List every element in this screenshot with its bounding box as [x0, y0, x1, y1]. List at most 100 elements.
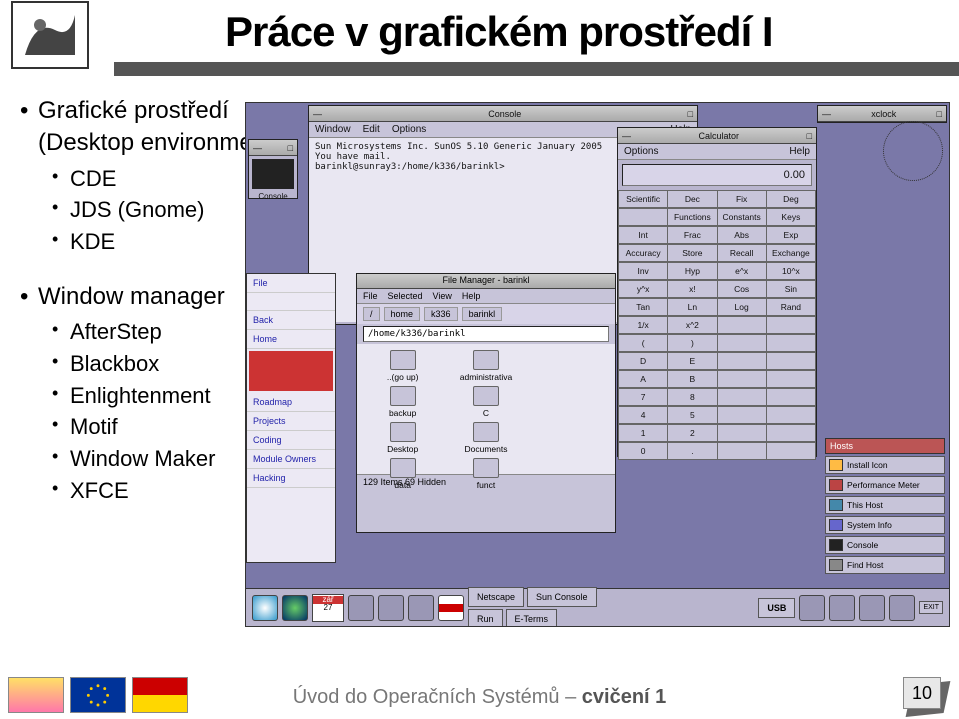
taskbar-globe-icon[interactable]	[282, 595, 308, 621]
fm-file[interactable]: backup	[363, 386, 442, 418]
calculator-window[interactable]: —Calculator□ Options Help 0.00 Scientifi…	[617, 127, 817, 457]
taskbar-icon[interactable]	[408, 595, 434, 621]
calc-btn[interactable]: 5	[668, 407, 716, 423]
calc-btn[interactable]	[767, 443, 815, 459]
console-menu-window[interactable]: Window	[315, 124, 351, 135]
hosts-item[interactable]: This Host	[825, 496, 945, 514]
lw-link[interactable]: Roadmap	[247, 393, 335, 412]
calc-btn[interactable]: E	[668, 353, 716, 369]
calc-btn[interactable]: 1	[619, 425, 667, 441]
calc-btn[interactable]	[767, 317, 815, 333]
taskbar-icon[interactable]	[799, 595, 825, 621]
taskbar-calendar[interactable]: zář 27	[312, 594, 344, 622]
calc-btn[interactable]: y^x	[619, 281, 667, 297]
calc-btn[interactable]: Ln	[668, 299, 716, 315]
calc-btn[interactable]: Abs	[718, 227, 766, 243]
fm-file[interactable]: C	[446, 386, 525, 418]
calc-btn[interactable]: Functions	[668, 209, 716, 225]
taskbar-button[interactable]: Run	[468, 609, 503, 628]
calc-btn[interactable]: 7	[619, 389, 667, 405]
calc-btn[interactable]: Keys	[767, 209, 815, 225]
path-seg[interactable]: home	[384, 307, 421, 321]
calc-btn[interactable]: Sin	[767, 281, 815, 297]
fm-file[interactable]: Desktop	[363, 422, 442, 454]
calc-btn[interactable]	[718, 389, 766, 405]
calc-btn[interactable]: Store	[668, 245, 716, 261]
calc-btn[interactable]	[767, 407, 815, 423]
taskbar-button[interactable]: Sun Console	[527, 587, 597, 607]
calc-btn[interactable]	[767, 371, 815, 387]
calc-btn[interactable]	[718, 443, 766, 459]
calc-btn[interactable]: Fix	[718, 191, 766, 207]
calc-btn[interactable]: Accuracy	[619, 245, 667, 261]
calc-menu-help[interactable]: Help	[789, 146, 810, 157]
calc-btn[interactable]: Dec	[668, 191, 716, 207]
calc-btn[interactable]: B	[668, 371, 716, 387]
calc-btn[interactable]: (	[619, 335, 667, 351]
calc-btn[interactable]: Int	[619, 227, 667, 243]
lw-link[interactable]: Coding	[247, 431, 335, 450]
fm-file[interactable]: funct	[446, 458, 525, 490]
calc-btn[interactable]: 4	[619, 407, 667, 423]
calc-btn[interactable]: Log	[718, 299, 766, 315]
cde-taskbar[interactable]: zář 27 Netscape Sun Console Run E-Terms …	[246, 588, 949, 626]
fm-file[interactable]: Documents	[446, 422, 525, 454]
fm-file[interactable]: ..(go up)	[363, 350, 442, 382]
console-menu-options[interactable]: Options	[392, 124, 426, 135]
calc-btn[interactable]: Tan	[619, 299, 667, 315]
lw-link[interactable]: Module Owners	[247, 450, 335, 469]
taskbar-exit[interactable]: EXIT	[919, 601, 943, 614]
fm-menu-file[interactable]: File	[363, 291, 378, 301]
console-menu-edit[interactable]: Edit	[363, 124, 380, 135]
taskbar-icon[interactable]	[378, 595, 404, 621]
calc-btn[interactable]: Frac	[668, 227, 716, 243]
calc-btn[interactable]: 2	[668, 425, 716, 441]
calc-btn[interactable]: e^x	[718, 263, 766, 279]
calc-btn[interactable]: Cos	[718, 281, 766, 297]
fm-menu-help[interactable]: Help	[462, 291, 481, 301]
calc-btn[interactable]	[767, 389, 815, 405]
fm-menu-selected[interactable]: Selected	[388, 291, 423, 301]
path-seg[interactable]: /	[363, 307, 380, 321]
calc-btn[interactable]: Hyp	[668, 263, 716, 279]
taskbar-icon[interactable]	[859, 595, 885, 621]
calc-btn[interactable]	[767, 353, 815, 369]
taskbar-usb[interactable]: USB	[758, 598, 795, 618]
taskbar-icon[interactable]	[348, 595, 374, 621]
calc-btn[interactable]: Rand	[767, 299, 815, 315]
taskbar-button[interactable]: Netscape	[468, 587, 524, 607]
calc-btn[interactable]: x!	[668, 281, 716, 297]
hosts-item[interactable]: Find Host	[825, 556, 945, 574]
taskbar-flag-icon[interactable]	[438, 595, 464, 621]
calc-btn[interactable]: )	[668, 335, 716, 351]
calc-btn[interactable]	[718, 335, 766, 351]
calc-btn[interactable]: Exp	[767, 227, 815, 243]
taskbar-icon[interactable]	[252, 595, 278, 621]
filemanager-window[interactable]: File Manager - barinkl File Selected Vie…	[356, 273, 616, 533]
calc-btn[interactable]: A	[619, 371, 667, 387]
hosts-item[interactable]: Console	[825, 536, 945, 554]
taskbar-icon[interactable]	[889, 595, 915, 621]
calc-btn[interactable]: Exchange	[767, 245, 815, 261]
left-partial-window[interactable]: File Back Home Roadmap Projects Coding M…	[246, 273, 336, 563]
calc-btn[interactable]: 8	[668, 389, 716, 405]
calc-btn[interactable]: Recall	[718, 245, 766, 261]
calc-btn[interactable]: Inv	[619, 263, 667, 279]
fm-location[interactable]: /home/k336/barinkl	[363, 326, 609, 342]
calc-btn[interactable]: 1/x	[619, 317, 667, 333]
calc-menu-options[interactable]: Options	[624, 146, 658, 157]
calc-btn[interactable]: D	[619, 353, 667, 369]
taskbar-icon[interactable]	[829, 595, 855, 621]
calc-btn[interactable]	[718, 407, 766, 423]
fm-file[interactable]: administrativa	[446, 350, 525, 382]
calc-btn[interactable]	[718, 353, 766, 369]
lw-link[interactable]: Hacking	[247, 469, 335, 488]
path-seg[interactable]: k336	[424, 307, 458, 321]
lw-item[interactable]: File	[247, 274, 335, 293]
path-seg[interactable]: barinkl	[462, 307, 503, 321]
calc-btn[interactable]: x^2	[668, 317, 716, 333]
hosts-item[interactable]: Install Icon	[825, 456, 945, 474]
calc-btn[interactable]	[718, 371, 766, 387]
calc-btn[interactable]: 10^x	[767, 263, 815, 279]
calc-btn[interactable]: .	[668, 443, 716, 459]
